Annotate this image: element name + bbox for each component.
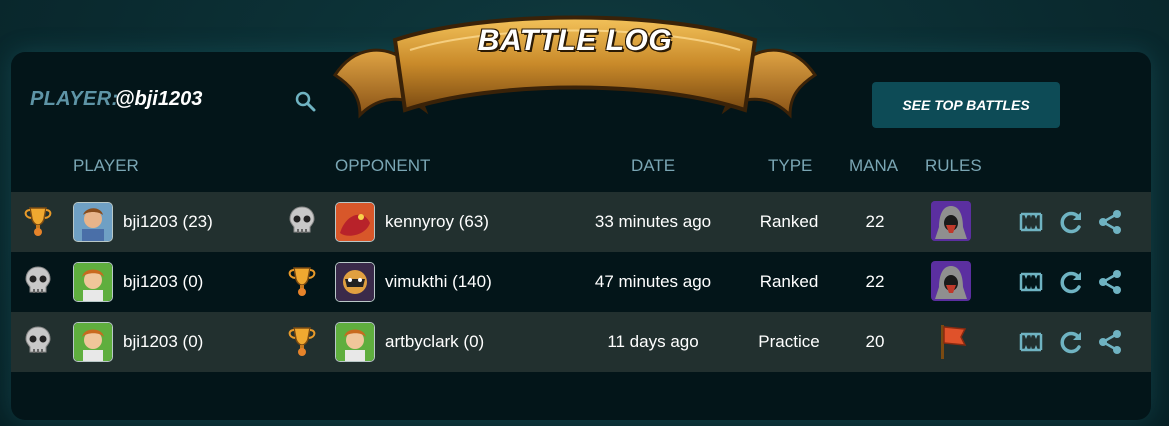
flag-icon xyxy=(931,321,971,361)
hooded-figure-icon xyxy=(931,201,971,241)
avatar xyxy=(335,322,375,362)
column-header-mana: MANA xyxy=(849,156,899,175)
player-name-cell[interactable]: bji1203 (0) xyxy=(123,252,203,312)
avatar xyxy=(73,262,113,302)
date-cell: 33 minutes ago xyxy=(594,212,712,231)
replay-icon[interactable] xyxy=(1058,269,1084,295)
skull-icon xyxy=(289,206,315,233)
trophy-icon xyxy=(288,327,316,356)
date-cell: 47 minutes ago xyxy=(594,272,712,291)
avatar xyxy=(335,202,375,242)
fangs-icon[interactable] xyxy=(1018,209,1044,235)
table-row: bji1203 (0) vimukthi (140) 47 minutes ag… xyxy=(11,252,1151,312)
avatar xyxy=(73,202,113,242)
share-icon[interactable] xyxy=(1097,209,1123,235)
opponent-name-cell[interactable]: vimukthi (140) xyxy=(385,252,492,312)
player-name: @bji1203 xyxy=(115,88,203,110)
mana-cell: 22 xyxy=(865,272,885,291)
opponent-name-cell[interactable]: artbyclark (0) xyxy=(385,312,484,372)
see-top-battles-button[interactable]: SEE TOP BATTLES xyxy=(872,82,1060,128)
type-cell: Ranked xyxy=(759,212,819,231)
trophy-icon xyxy=(288,267,316,296)
skull-icon xyxy=(25,266,51,293)
replay-icon[interactable] xyxy=(1058,209,1084,235)
player-name-cell[interactable]: bji1203 (23) xyxy=(123,192,213,252)
skull-icon xyxy=(25,326,51,353)
hooded-figure-icon xyxy=(931,261,971,301)
player-label: PLAYER: xyxy=(30,88,119,110)
player-name-cell[interactable]: bji1203 (0) xyxy=(123,312,203,372)
column-header-date: DATE xyxy=(631,156,676,175)
fangs-icon[interactable] xyxy=(1018,329,1044,355)
search-icon[interactable] xyxy=(294,90,316,112)
column-header-player: PLAYER xyxy=(73,156,139,175)
replay-icon[interactable] xyxy=(1058,329,1084,355)
share-icon[interactable] xyxy=(1097,329,1123,355)
date-cell: 11 days ago xyxy=(607,332,699,351)
opponent-name-cell[interactable]: kennyroy (63) xyxy=(385,192,489,252)
mana-cell: 22 xyxy=(865,212,885,231)
table-row: bji1203 (0) artbyclark (0) 11 days ago P… xyxy=(11,312,1151,372)
column-header-type: TYPE xyxy=(768,156,813,175)
table-row: bji1203 (23) kennyroy (63) 33 minutes ag… xyxy=(11,192,1151,252)
fangs-icon[interactable] xyxy=(1018,269,1044,295)
battle-log-banner xyxy=(332,15,818,119)
avatar xyxy=(335,262,375,302)
trophy-icon xyxy=(24,207,52,236)
banner-title: BATTLE LOG xyxy=(477,24,673,57)
mana-cell: 20 xyxy=(865,332,885,351)
share-icon[interactable] xyxy=(1097,269,1123,295)
column-header-opponent: OPPONENT xyxy=(335,156,431,175)
type-cell: Practice xyxy=(758,332,820,351)
avatar xyxy=(73,322,113,362)
column-header-rules: RULES xyxy=(925,156,982,175)
type-cell: Ranked xyxy=(759,272,819,291)
